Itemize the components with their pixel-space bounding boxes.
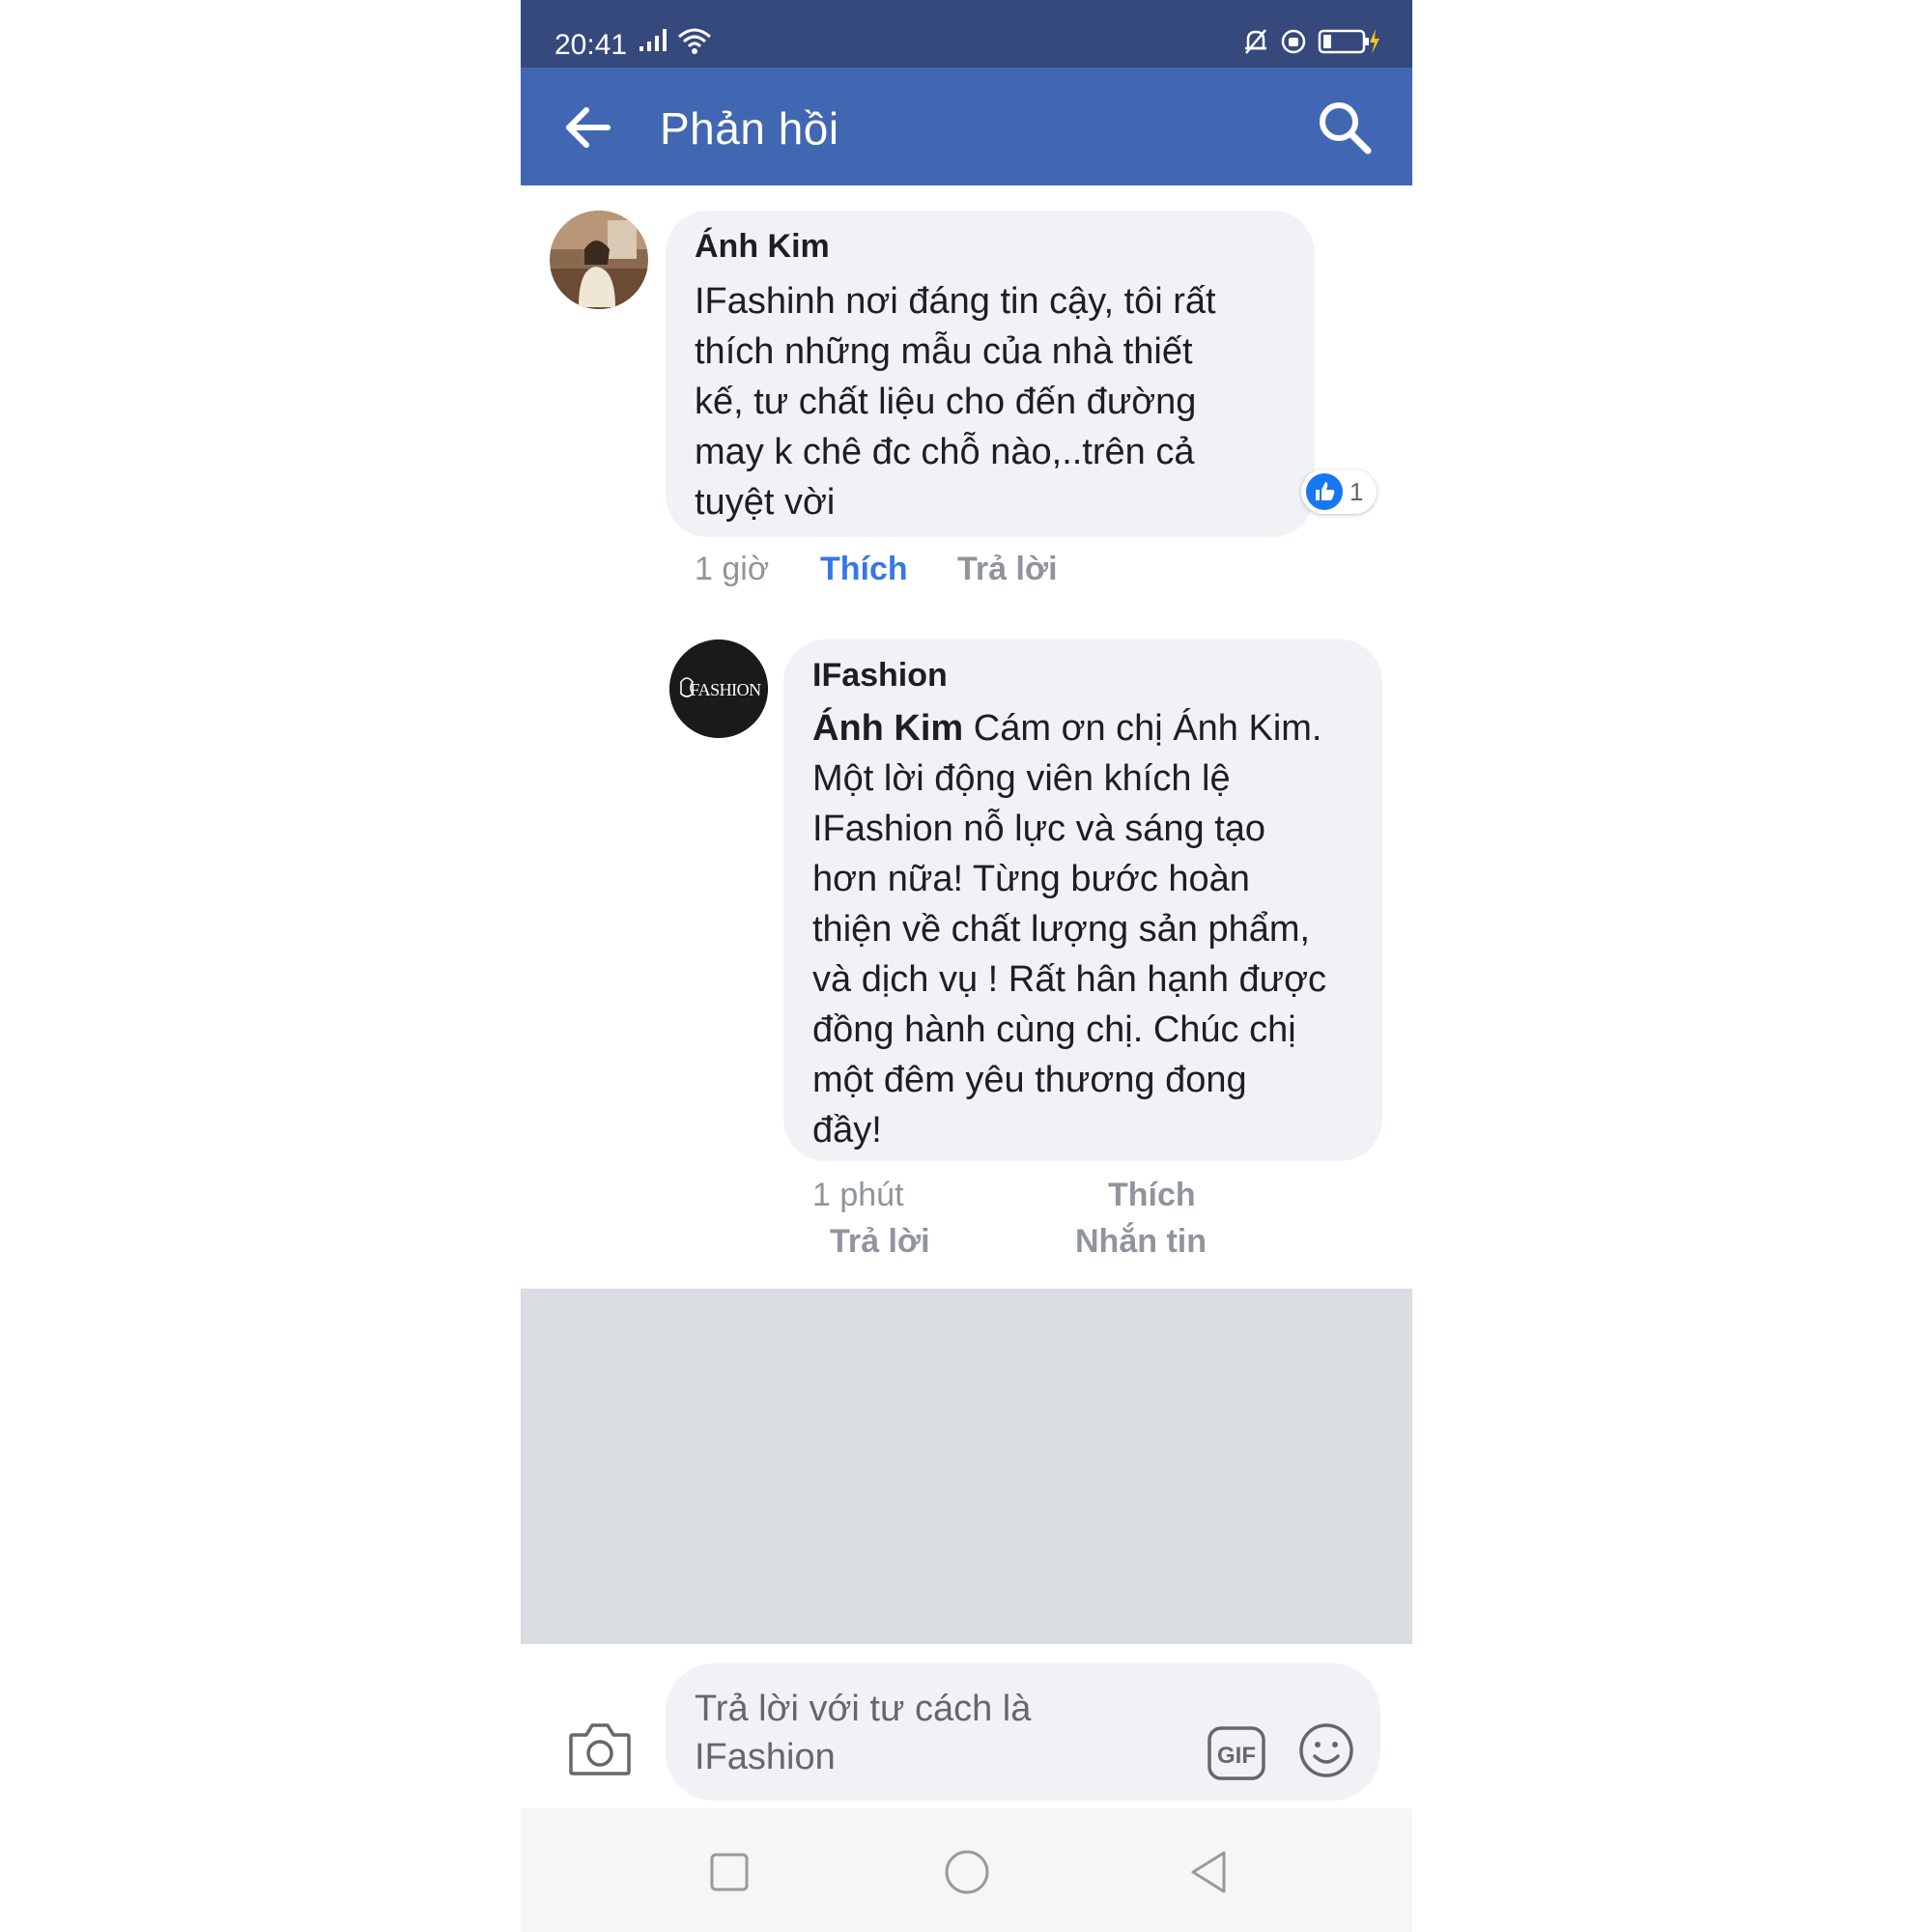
comment-body-2: Cám ơn chị Ánh Kim. Một lời động viên kh…	[812, 708, 1326, 1151]
reply-button-1[interactable]: Trả lời	[957, 551, 1058, 588]
gif-icon[interactable]: GIF	[1207, 1725, 1266, 1781]
status-right-icons	[1242, 27, 1381, 56]
alarm-icon	[1281, 29, 1306, 54]
empty-area	[521, 1289, 1412, 1644]
gif-label: GIF	[1217, 1743, 1256, 1769]
reaction-count: 1	[1350, 476, 1364, 506]
comment-text-1: IFashinh nơi đáng tin cậy, tôi rất thích…	[695, 281, 1216, 523]
reply-button-2[interactable]: Trả lời	[830, 1223, 930, 1261]
like-button-2[interactable]: Thích	[1108, 1177, 1196, 1214]
comment-time-2: 1 phút	[812, 1177, 904, 1213]
comment-text-2: Ánh Kim Cám ơn chị Ánh Kim. Một lời động…	[812, 703, 1373, 1155]
phone-screen: 20:41 Phản hồi Ánh Kim IFashinh nơi đáng…	[521, 0, 1412, 1932]
app-bar: Phản hồi	[521, 68, 1412, 185]
recent-apps-icon[interactable]	[704, 1847, 754, 1897]
comment-author-2[interactable]: IFashion	[812, 657, 948, 695]
reply-input[interactable]	[666, 1663, 1380, 1801]
battery-charging-icon	[1318, 29, 1379, 54]
page-title: Phản hồi	[660, 103, 839, 154]
mention-tag[interactable]: Ánh Kim	[812, 708, 963, 749]
comment-author-1[interactable]: Ánh Kim	[695, 228, 830, 266]
comment-time-1: 1 giờ	[695, 551, 770, 587]
emoji-icon[interactable]	[1297, 1721, 1355, 1779]
search-icon[interactable]	[1316, 99, 1374, 156]
camera-icon[interactable]	[567, 1718, 633, 1777]
user-photo-icon	[550, 211, 648, 309]
mute-icon	[1245, 29, 1266, 54]
like-button-1[interactable]: Thích	[820, 551, 908, 588]
back-arrow-icon[interactable]	[561, 100, 615, 155]
reaction-summary[interactable]: 1	[1301, 469, 1378, 514]
home-icon[interactable]	[942, 1847, 992, 1897]
avatar-ifashion[interactable]: FASHION	[669, 639, 768, 738]
signal-icon	[639, 29, 667, 51]
message-button-2[interactable]: Nhắn tin	[1075, 1223, 1207, 1261]
reply-composer: GIF	[521, 1644, 1412, 1808]
comment-thread: Ánh Kim IFashinh nơi đáng tin cậy, tôi r…	[521, 185, 1412, 1289]
ifashion-logo-icon: FASHION	[669, 639, 768, 738]
back-icon[interactable]	[1183, 1847, 1234, 1897]
avatar-anh-kim[interactable]	[550, 211, 648, 309]
ifashion-logo-text: FASHION	[690, 680, 761, 699]
system-nav-bar	[521, 1808, 1412, 1932]
status-time: 20:41	[554, 29, 628, 61]
like-reaction-icon	[1306, 473, 1343, 510]
status-bar: 20:41	[521, 0, 1412, 68]
wifi-icon	[678, 28, 711, 54]
